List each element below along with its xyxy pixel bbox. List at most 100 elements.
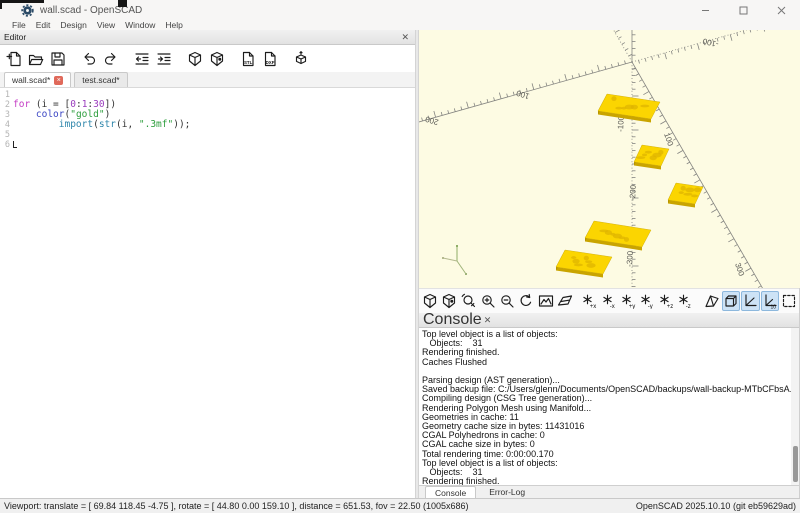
view-left-button[interactable]: -x	[600, 291, 618, 311]
preview-button[interactable]	[184, 48, 206, 70]
text-cursor	[13, 141, 17, 148]
menu-design[interactable]: Design	[55, 20, 91, 30]
line-number: 3	[0, 110, 13, 120]
code-line: 4 import(str(i, ".3mf"));	[0, 120, 415, 130]
render-icon	[441, 293, 457, 309]
console-scrollbar[interactable]	[791, 328, 799, 485]
editor-tab-wall-scad-[interactable]: wall.scad*×	[4, 72, 71, 87]
line-number: 4	[0, 120, 13, 130]
editor-tab-bar: wall.scad*×test.scad*	[0, 72, 415, 88]
menu-edit[interactable]: Edit	[31, 20, 56, 30]
code-token: import	[59, 120, 93, 130]
line-number: 5	[0, 130, 13, 140]
view-bottom-button[interactable]: -z	[677, 291, 695, 311]
viewport-toolbar: +x-x +y -y +z-z 10	[419, 288, 799, 313]
close-button[interactable]	[762, 0, 800, 20]
menu-view[interactable]: View	[92, 20, 120, 30]
menu-window[interactable]: Window	[120, 20, 160, 30]
unindent-button[interactable]	[131, 48, 153, 70]
editor-panel-title: Editor	[4, 32, 399, 42]
render-icon	[209, 51, 225, 67]
perspective-button[interactable]	[703, 291, 721, 311]
editor-panel-header[interactable]: Editor ✕	[0, 30, 415, 45]
export-dxf-button[interactable]: DXF	[259, 48, 281, 70]
console-close-icon[interactable]: ✕	[482, 316, 494, 325]
right-panel: 100200-100100300-100-200-300 +x-x +y -y +z-…	[419, 30, 800, 498]
code-token: ));	[173, 120, 190, 130]
line-number: 1	[0, 90, 13, 100]
menu-help[interactable]: Help	[160, 20, 187, 30]
code-token: str	[99, 120, 116, 130]
preview-button[interactable]	[421, 291, 439, 311]
save-icon	[50, 51, 66, 67]
line-number: 6	[0, 140, 13, 150]
screen-corner-artifact	[118, 0, 127, 7]
zoom-in-button[interactable]	[479, 291, 497, 311]
axis-view-icon: -z	[678, 293, 694, 309]
zoom-all-button[interactable]	[459, 291, 477, 311]
editor-panel: Editor ✕ STL DXF wall.scad*×test.scad* 12…	[0, 30, 415, 498]
console-panel-title: Console	[423, 311, 482, 329]
minimize-button[interactable]	[686, 0, 724, 20]
view-front-button[interactable]: +y	[620, 291, 638, 311]
zoom-in-icon	[480, 293, 496, 309]
view-top-button[interactable]: +z	[658, 291, 676, 311]
undo-button[interactable]	[78, 48, 100, 70]
view-all-icon	[538, 293, 554, 309]
code-token: ".3mf"	[139, 120, 173, 130]
console-panel-header[interactable]: Console ✕	[419, 313, 799, 328]
axis-view-icon: +z	[659, 293, 675, 309]
indent-button[interactable]	[153, 48, 175, 70]
screen-corner-artifact	[0, 0, 2, 9]
console-line: Caches Flushed	[422, 358, 789, 367]
code-editor[interactable]: 12for (i = [0:1:30])3 color("gold")4 imp…	[0, 88, 415, 498]
openscad-logo-icon	[21, 4, 34, 17]
save-button[interactable]	[47, 48, 69, 70]
print-3d-button[interactable]	[290, 48, 312, 70]
open-file-button[interactable]	[25, 48, 47, 70]
screen-corner-artifact	[0, 0, 44, 3]
show-axes-button[interactable]	[741, 291, 759, 311]
reset-view-button[interactable]	[517, 291, 535, 311]
preview-icon	[187, 51, 203, 67]
export-stl-button[interactable]: STL	[237, 48, 259, 70]
view-right-button[interactable]: +x	[581, 291, 599, 311]
3d-viewport[interactable]: 100200-100100300-100-200-300	[419, 30, 800, 288]
console-line: Rendering finished.	[422, 477, 789, 485]
editor-toolbar: STL DXF	[0, 45, 415, 72]
svg-text:-y: -y	[648, 304, 653, 309]
indent-icon	[156, 51, 172, 67]
svg-text:+y: +y	[629, 304, 636, 309]
console-scrollbar-thumb[interactable]	[793, 446, 798, 482]
axis-view-icon: +y	[621, 293, 637, 309]
view-all-button[interactable]	[536, 291, 554, 311]
svg-text:+x: +x	[590, 304, 597, 309]
render-button[interactable]	[440, 291, 458, 311]
redo-icon	[103, 51, 119, 67]
tab-close-icon[interactable]: ×	[54, 76, 63, 85]
new-file-button[interactable]	[3, 48, 25, 70]
show-axes-icon	[742, 293, 758, 309]
view-back-button[interactable]: -y	[639, 291, 657, 311]
menu-bar: FileEditDesignViewWindowHelp	[0, 20, 800, 30]
perspective-icon	[704, 293, 720, 309]
orthogonal-icon	[723, 293, 739, 309]
editor-tab-test-scad-[interactable]: test.scad*	[74, 72, 127, 87]
surface-icon	[557, 293, 573, 309]
svg-text:DXF: DXF	[266, 60, 275, 65]
render-button[interactable]	[206, 48, 228, 70]
zoom-all-icon	[461, 293, 477, 309]
console-log[interactable]: Top level object is a list of objects: O…	[419, 328, 799, 485]
orthogonal-button[interactable]	[722, 291, 740, 311]
view-gizmo-icon	[781, 293, 797, 309]
surface-button[interactable]	[556, 291, 574, 311]
bottom-tab-error-log[interactable]: Error-Log	[480, 486, 534, 498]
editor-close-icon[interactable]: ✕	[399, 33, 411, 42]
view-gizmo-button[interactable]	[780, 291, 798, 311]
redo-button[interactable]	[100, 48, 122, 70]
zoom-out-button[interactable]	[498, 291, 516, 311]
show-scale-markers-button[interactable]: 10	[761, 291, 779, 311]
menu-file[interactable]: File	[7, 20, 31, 30]
maximize-button[interactable]	[724, 0, 762, 20]
bottom-tab-console[interactable]: Console	[425, 486, 476, 498]
